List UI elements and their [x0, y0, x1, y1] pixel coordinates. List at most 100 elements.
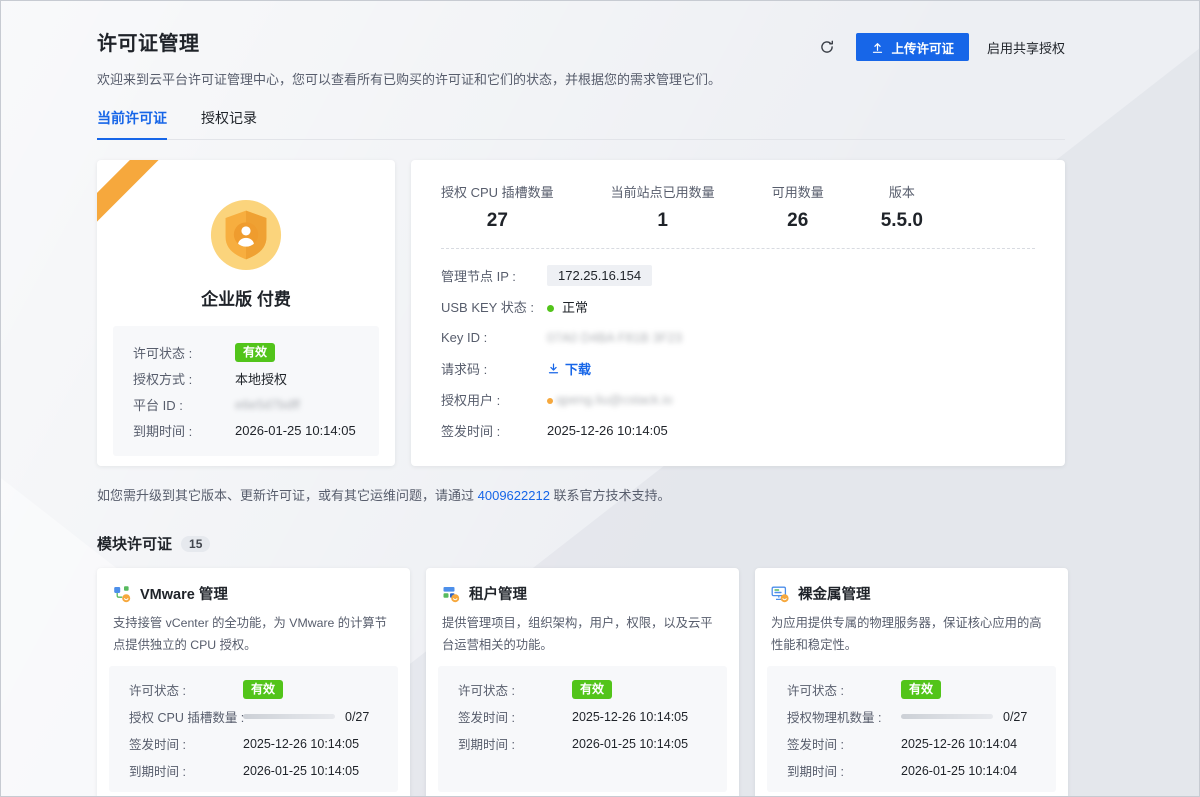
module-title-row: 租户管理: [442, 583, 723, 604]
issue-time-value: 2025-12-26 10:14:05: [572, 710, 688, 724]
info-row: 签发时间 :2025-12-26 10:14:05: [129, 730, 378, 757]
module-title-row: 裸金属管理: [771, 583, 1052, 604]
usb-key-status-value: 正常: [547, 297, 588, 316]
info-row: Key ID :07A0 D4BA F81B 3F23: [441, 322, 1035, 353]
upload-license-label: 上传许可证: [891, 38, 954, 57]
tab-auth-records[interactable]: 授权记录: [201, 108, 257, 139]
row-label: 到期时间 :: [458, 734, 572, 753]
upload-icon: [871, 41, 884, 54]
mgmt-node-ip-value: 172.25.16.154: [547, 265, 652, 286]
module-card-baremetal: 裸金属管理为应用提供专属的物理服务器，保证核心应用的高性能和稳定性。许可状态 :…: [755, 568, 1068, 797]
licensed-user-value: qpeng.liu@cstack.io: [547, 392, 673, 407]
tenant-module-icon: [442, 585, 460, 603]
progress-value: 0/27: [345, 710, 369, 724]
module-title: 裸金属管理: [798, 583, 871, 604]
stat-version: 版本5.5.0: [881, 182, 923, 232]
modules-count-badge: 15: [181, 536, 210, 552]
tab-current-license[interactable]: 当前许可证: [97, 108, 167, 139]
cpu-socket-usage: 0/27: [243, 710, 369, 724]
page-header: 许可证管理 欢迎来到云平台许可证管理中心，您可以查看所有已购买的许可证和它们的状…: [97, 27, 1065, 88]
issue-time-value: 2025-12-26 10:14:05: [243, 737, 359, 751]
info-row: 管理节点 IP :172.25.16.154: [441, 260, 1035, 291]
refresh-icon[interactable]: [816, 36, 838, 58]
issue-time-value: 2025-12-26 10:14:05: [547, 423, 668, 438]
row-label: 授权方式 :: [133, 369, 235, 388]
support-note-text: 联系官方技术支持。: [550, 488, 671, 503]
module-description: 支持接管 vCenter 的全功能，为 VMware 的计算节点提供独立的 CP…: [113, 613, 394, 657]
module-card-vmware: VMware 管理支持接管 vCenter 的全功能，为 VMware 的计算节…: [97, 568, 410, 797]
modules-section-header: 模块许可证 15: [97, 533, 1065, 554]
download-icon: [547, 362, 560, 375]
row-label: 授权物理机数量 :: [787, 707, 901, 726]
upload-license-button[interactable]: 上传许可证: [856, 33, 969, 61]
stat-label: 授权 CPU 插槽数量: [441, 182, 554, 201]
auth-method-value: 本地授权: [235, 369, 287, 388]
stat-value: 1: [611, 210, 715, 232]
module-title: VMware 管理: [140, 583, 228, 604]
info-row: 签发时间 :2025-12-26 10:14:04: [787, 730, 1036, 757]
row-label: 授权用户 :: [441, 390, 547, 409]
stat-available: 可用数量 26: [772, 182, 824, 232]
row-label: 许可状态 :: [787, 680, 901, 699]
row-label: 到期时间 :: [133, 421, 235, 440]
license-stats: 授权 CPU 插槽数量 27 当前站点已用数量1 可用数量 26 版本5.5.0: [441, 182, 1035, 232]
license-status-badge: 有效: [572, 680, 612, 699]
info-row: 授权物理机数量 : 0/27: [787, 703, 1036, 730]
edition-info-box: 许可状态 :有效授权方式 :本地授权平台 ID :e6e5d7bdff到期时间 …: [113, 326, 379, 456]
edition-title: 企业版 付费: [97, 285, 395, 310]
module-card-tenant: 租户管理提供管理项目，组织架构，用户，权限，以及云平台运营相关的功能。许可状态 …: [426, 568, 739, 797]
stat-value: 26: [772, 210, 824, 232]
module-info-box: 许可状态 :有效签发时间 :2025-12-26 10:14:05到期时间 :2…: [438, 666, 727, 792]
vmware-module-icon: [113, 585, 131, 603]
row-label: USB KEY 状态 :: [441, 297, 547, 316]
status-ok-dot: [547, 305, 554, 312]
expire-time-value: 2026-01-25 10:14:05: [572, 737, 688, 751]
info-row: 许可状态 :有效: [133, 339, 359, 365]
user-avatar-dot: [547, 398, 553, 404]
license-summary-card: 授权 CPU 插槽数量 27 当前站点已用数量1 可用数量 26 版本5.5.0 管理节点…: [411, 160, 1065, 466]
license-status-badge: 有效: [243, 680, 283, 699]
platform-id-value: e6e5d7bdff: [235, 397, 300, 412]
licensed-user-text: qpeng.liu@cstack.io: [556, 392, 673, 407]
progress-bar: [243, 714, 335, 719]
key-id-value: 07A0 D4BA F81B 3F23: [547, 330, 682, 345]
baremetal-module-icon: [771, 585, 789, 603]
request-code-download-link[interactable]: 下载: [547, 359, 591, 378]
info-row: 到期时间 :2026-01-25 10:14:04: [787, 757, 1036, 784]
module-title-row: VMware 管理: [113, 583, 394, 604]
enable-shared-auth-button[interactable]: 启用共享授权: [987, 38, 1065, 57]
stat-value: 27: [441, 210, 554, 232]
progress-value: 0/27: [1003, 710, 1027, 724]
enterprise-shield-icon: [209, 198, 283, 272]
info-row: 到期时间 :2026-01-25 10:14:05: [129, 757, 378, 784]
row-label: 授权 CPU 插槽数量 :: [129, 707, 243, 726]
support-note: 如您需升级到其它版本、更新许可证，或有其它运维问题，请通过 4009622212…: [97, 485, 1065, 504]
stat-label: 可用数量: [772, 182, 824, 201]
expire-time-value: 2026-01-25 10:14:04: [901, 764, 1017, 778]
row-label: 签发时间 :: [129, 734, 243, 753]
row-label: Key ID :: [441, 330, 547, 345]
support-phone-link[interactable]: 4009622212: [478, 488, 550, 503]
info-row: 签发时间 :2025-12-26 10:14:05: [441, 415, 1035, 446]
expire-time-value: 2026-01-25 10:14:05: [243, 764, 359, 778]
info-row: 到期时间 :2026-01-25 10:14:05: [458, 730, 707, 757]
info-row: 许可状态 :有效: [787, 676, 1036, 703]
info-row: 授权用户 : qpeng.liu@cstack.io: [441, 384, 1035, 415]
expire-time-value: 2026-01-25 10:14:05: [235, 423, 356, 438]
edition-card: 企业版 付费 许可状态 :有效授权方式 :本地授权平台 ID :e6e5d7bd…: [97, 160, 395, 466]
row-label: 签发时间 :: [441, 421, 547, 440]
module-info-box: 许可状态 :有效授权 CPU 插槽数量 :0/27签发时间 :2025-12-2…: [109, 666, 398, 792]
stat-licensed-cpu-sockets: 授权 CPU 插槽数量 27: [441, 182, 554, 232]
dashed-divider: [441, 248, 1035, 249]
row-label: 到期时间 :: [787, 761, 901, 780]
stat-current-site-used: 当前站点已用数量1: [611, 182, 715, 232]
row-label: 许可状态 :: [133, 343, 235, 362]
license-status-badge: 有效: [235, 343, 275, 362]
stat-value: 5.5.0: [881, 210, 923, 232]
info-row: 授权 CPU 插槽数量 : 0/27: [129, 703, 378, 730]
modules-section-title: 模块许可证: [97, 533, 172, 554]
module-card-list: VMware 管理支持接管 vCenter 的全功能，为 VMware 的计算节…: [97, 568, 1065, 797]
issue-time-value: 2025-12-26 10:14:04: [901, 737, 1017, 751]
row-label: 请求码 :: [441, 359, 547, 378]
page-title: 许可证管理: [97, 27, 721, 56]
